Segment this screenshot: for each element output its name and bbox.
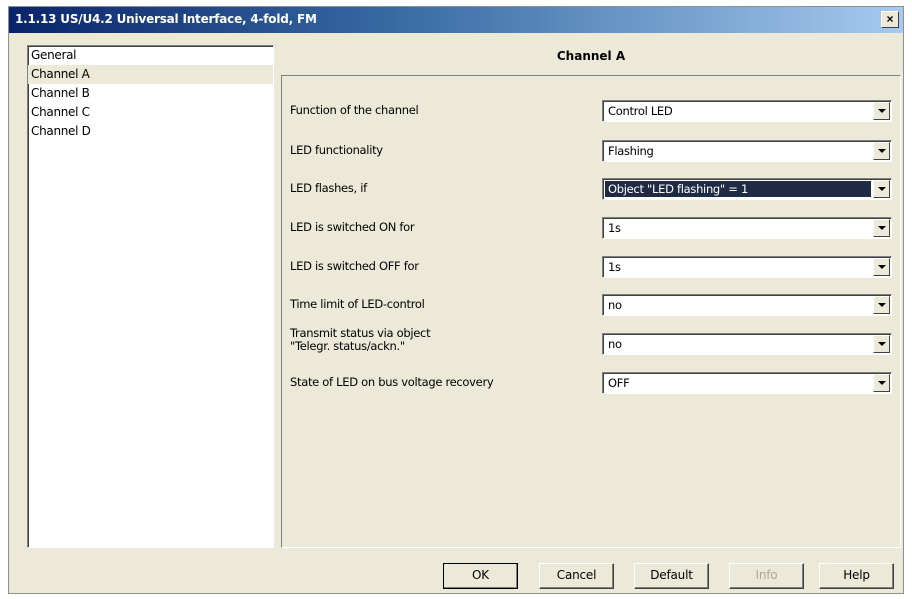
nav-item-channel-d[interactable]: Channel D [28, 122, 273, 141]
led-functionality-select[interactable]: Flashing [602, 140, 892, 162]
dropdown-arrow-icon[interactable] [873, 142, 890, 160]
led-off-time-select[interactable]: 1s [602, 256, 892, 278]
led-on-time-select[interactable]: 1s [602, 217, 892, 239]
select-value: no [608, 298, 622, 312]
param-label-line: "Telegr. status/ackn." [290, 339, 405, 353]
param-row-led-flashes-if: LED flashes, if Object "LED flashing" = … [282, 178, 900, 200]
panel-heading: Channel A [556, 49, 626, 63]
dialog-window: 1.1.13 US/U4.2 Universal Interface, 4-fo… [8, 6, 904, 594]
dropdown-arrow-icon[interactable] [873, 180, 890, 198]
nav-item-channel-c[interactable]: Channel C [28, 103, 273, 122]
param-label: LED flashes, if [290, 181, 367, 195]
function-select[interactable]: Control LED [602, 100, 892, 122]
bus-voltage-recovery-select[interactable]: OFF [602, 372, 892, 394]
param-row-led-off-time: LED is switched OFF for 1s [282, 256, 900, 278]
nav-item-label: Channel D [31, 124, 91, 138]
nav-item-channel-b[interactable]: Channel B [28, 84, 273, 103]
select-value: Control LED [608, 104, 673, 118]
parameter-panel: Function of the channel Control LED LED … [281, 75, 901, 548]
time-limit-select[interactable]: no [602, 294, 892, 316]
nav-item-general[interactable]: General [28, 46, 273, 65]
nav-item-channel-a[interactable]: Channel A [28, 65, 273, 84]
close-button[interactable]: × [881, 11, 899, 28]
param-row-transmit-status: Transmit status via object "Telegr. stat… [282, 327, 900, 355]
dropdown-arrow-icon[interactable] [873, 219, 890, 237]
param-label: LED functionality [290, 143, 383, 157]
param-row-led-functionality: LED functionality Flashing [282, 140, 900, 162]
dropdown-arrow-icon[interactable] [873, 335, 890, 353]
dropdown-arrow-icon[interactable] [873, 258, 890, 276]
param-row-time-limit: Time limit of LED-control no [282, 294, 900, 316]
param-label: LED is switched ON for [290, 220, 415, 234]
param-row-bus-voltage-recovery: State of LED on bus voltage recovery OFF [282, 372, 900, 394]
title-bar[interactable]: 1.1.13 US/U4.2 Universal Interface, 4-fo… [9, 7, 903, 33]
select-value: OFF [608, 376, 630, 390]
select-value: Object "LED flashing" = 1 [605, 181, 871, 197]
led-flashes-if-select[interactable]: Object "LED flashing" = 1 [602, 178, 892, 200]
help-button[interactable]: Help [819, 563, 894, 589]
param-label: LED is switched OFF for [290, 259, 419, 273]
info-button: Info [729, 563, 804, 589]
param-label: Transmit status via object "Telegr. stat… [290, 327, 590, 353]
select-value: 1s [608, 260, 621, 274]
select-value: Flashing [608, 144, 654, 158]
transmit-status-select[interactable]: no [602, 333, 892, 355]
channel-list[interactable]: General Channel A Channel B Channel C Ch… [27, 45, 274, 548]
nav-item-label: General [31, 48, 77, 62]
dropdown-arrow-icon[interactable] [873, 374, 890, 392]
window-title: 1.1.13 US/U4.2 Universal Interface, 4-fo… [15, 12, 317, 26]
cancel-button[interactable]: Cancel [539, 563, 614, 589]
nav-item-label: Channel B [31, 86, 90, 100]
param-label: Time limit of LED-control [290, 297, 425, 311]
close-icon: × [886, 12, 894, 26]
nav-item-label: Channel A [31, 67, 90, 81]
param-label: State of LED on bus voltage recovery [290, 375, 494, 389]
default-button[interactable]: Default [634, 563, 709, 589]
param-row-function: Function of the channel Control LED [282, 100, 900, 122]
nav-item-label: Channel C [31, 105, 90, 119]
ok-button[interactable]: OK [443, 563, 518, 589]
param-label: Function of the channel [290, 103, 419, 117]
param-label-line: Transmit status via object [290, 326, 431, 340]
select-value: no [608, 337, 622, 351]
select-value: 1s [608, 221, 621, 235]
param-row-led-on-time: LED is switched ON for 1s [282, 217, 900, 239]
dropdown-arrow-icon[interactable] [873, 296, 890, 314]
dropdown-arrow-icon[interactable] [873, 102, 890, 120]
